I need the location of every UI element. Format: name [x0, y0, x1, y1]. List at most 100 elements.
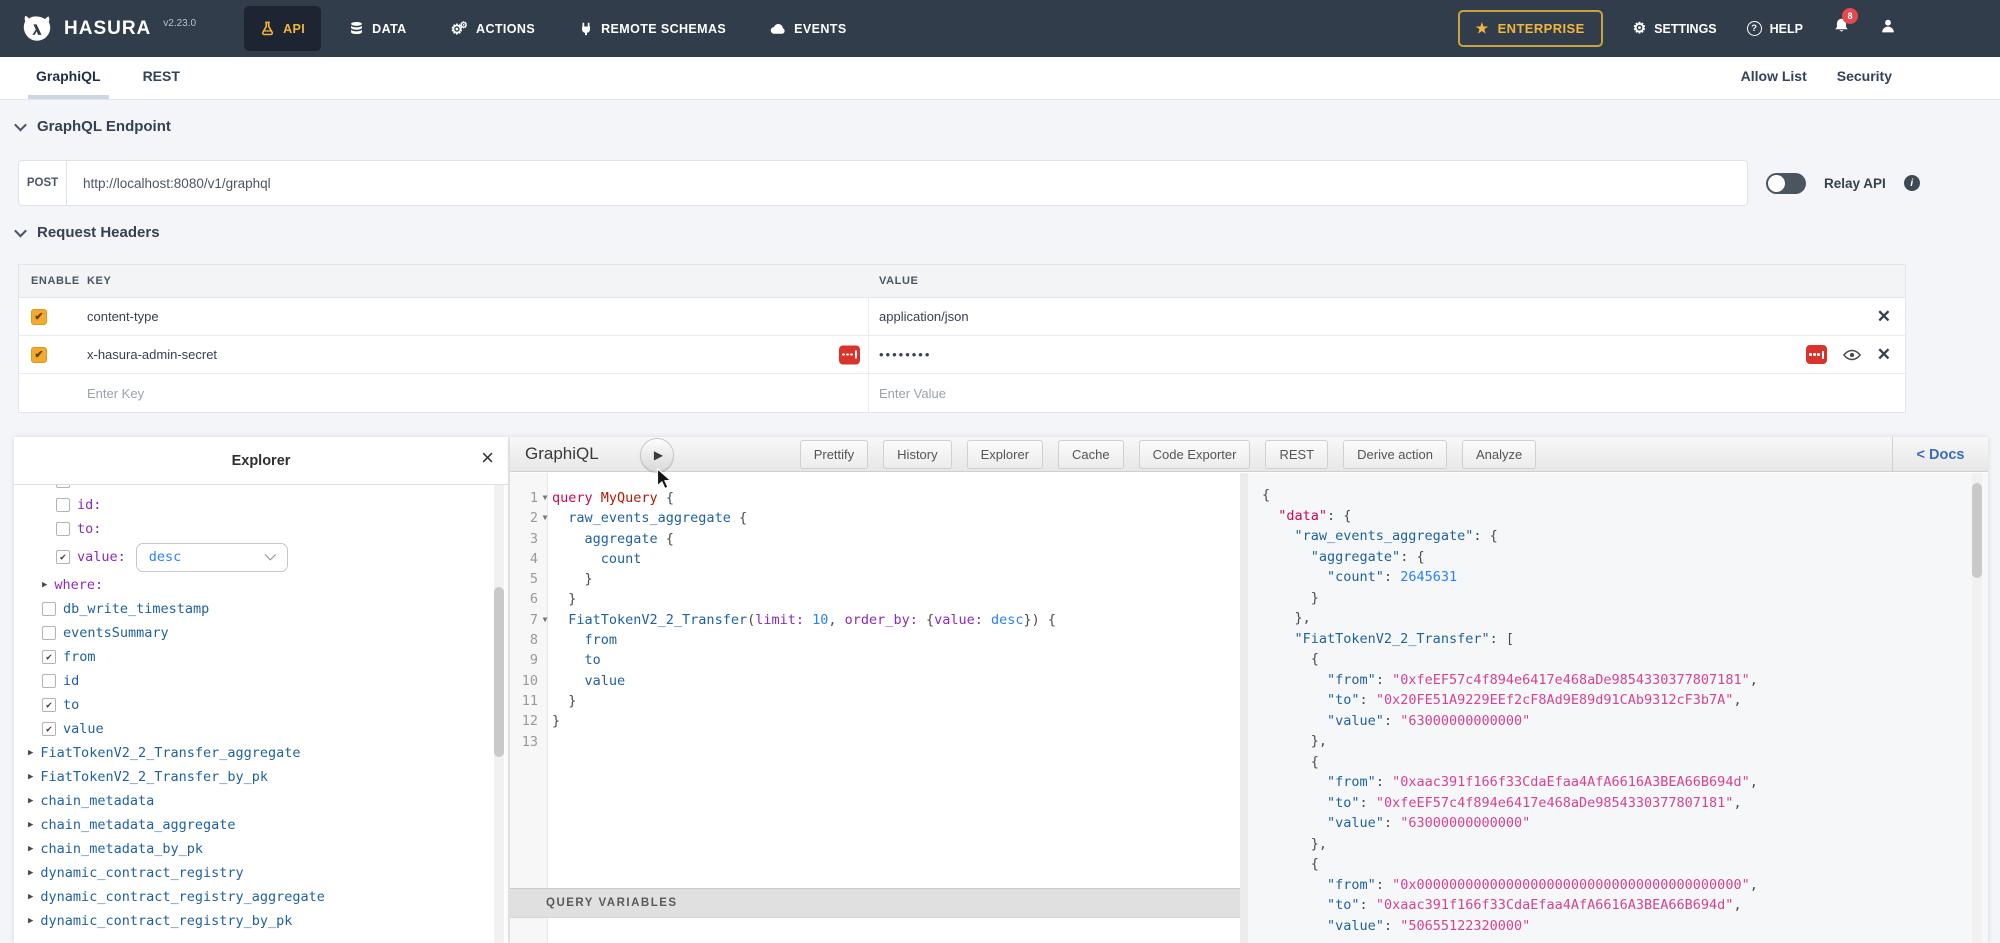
field-checkbox[interactable]	[42, 626, 56, 640]
header-value-input[interactable]	[879, 386, 1891, 401]
expand-arrow-icon[interactable]: ▶	[28, 868, 33, 878]
nav-item-api[interactable]: API	[244, 6, 321, 51]
explorer-item-eventsSummary[interactable]: eventsSummary	[14, 621, 508, 645]
header-key-input[interactable]	[87, 309, 868, 324]
execute-query-button[interactable]: ▶	[640, 438, 674, 472]
close-icon[interactable]: ✕	[1877, 308, 1891, 325]
request-headers-section-header[interactable]: Request Headers	[16, 224, 160, 241]
explorer-item-where[interactable]: ▶where:	[14, 573, 508, 597]
toolbar-button-prettify[interactable]: Prettify	[800, 440, 868, 469]
endpoint-section-header[interactable]: GraphQL Endpoint	[16, 118, 171, 135]
main-nav: API DATA ⚙⚙ACTIONS REMOTE SCHEMAS EVENTS	[238, 0, 868, 57]
field-checkbox[interactable]	[56, 485, 70, 488]
fold-arrow-icon[interactable]: ▼	[538, 610, 552, 630]
explorer-scrollbar-thumb[interactable]	[494, 587, 504, 757]
lastpass-icon[interactable]	[839, 345, 860, 364]
graphql-endpoint-input[interactable]	[67, 161, 1747, 205]
header-enabled-checkbox[interactable]: ✔	[31, 309, 47, 325]
field-checkbox[interactable]: ✔	[56, 550, 70, 564]
explorer-item-value[interactable]: ✔value	[14, 717, 508, 741]
close-icon[interactable]: ✕	[1877, 346, 1891, 363]
explorer-item-label: value:	[77, 549, 126, 565]
tab-security[interactable]: Security	[1829, 57, 1900, 99]
header-enabled-checkbox[interactable]: ✔	[31, 347, 47, 363]
explorer-item-to[interactable]: ✔to	[14, 693, 508, 717]
info-icon[interactable]: i	[1904, 175, 1920, 191]
fold-spacer	[538, 569, 552, 589]
toolbar-button-derive-action[interactable]: Derive action	[1343, 440, 1447, 469]
header-value-input[interactable]	[879, 309, 1863, 324]
tab-allow-list[interactable]: Allow List	[1733, 57, 1815, 99]
query-variables-bar[interactable]: QUERY VARIABLES	[510, 888, 1240, 918]
field-checkbox[interactable]	[56, 522, 70, 536]
expand-arrow-icon[interactable]: ▶	[28, 916, 33, 926]
explorer-item-value[interactable]: ✔ value: desc	[14, 541, 508, 573]
expand-arrow-icon[interactable]: ▶	[28, 796, 33, 806]
lastpass-icon[interactable]	[1806, 345, 1827, 364]
expand-arrow-icon[interactable]: ▶	[28, 844, 33, 854]
expand-arrow-icon[interactable]: ▶	[42, 580, 47, 590]
explorer-item-to[interactable]: to:	[14, 517, 508, 541]
variables-editor[interactable]	[510, 918, 1240, 943]
explorer-item-chain_metadata_aggregate[interactable]: ▶chain_metadata_aggregate	[14, 813, 508, 837]
toolbar-button-history[interactable]: History	[883, 440, 951, 469]
expand-arrow-icon[interactable]: ▶	[28, 820, 33, 830]
toolbar-button-rest[interactable]: REST	[1265, 440, 1328, 469]
expand-arrow-icon[interactable]: ▶	[28, 772, 33, 782]
play-icon: ▶	[654, 448, 663, 462]
enterprise-button[interactable]: ★ ENTERPRISE	[1458, 10, 1603, 47]
notifications-button[interactable]: 8	[1833, 17, 1850, 40]
explorer-item-dynamic_contract_registry_aggregate[interactable]: ▶dynamic_contract_registry_aggregate	[14, 885, 508, 909]
explorer-item-chain_metadata[interactable]: ▶chain_metadata	[14, 789, 508, 813]
nav-item-events[interactable]: EVENTS	[754, 6, 862, 51]
explorer-item[interactable]	[14, 485, 508, 493]
explorer-item-FiatTokenV2_2_Transfer_by_pk[interactable]: ▶FiatTokenV2_2_Transfer_by_pk	[14, 765, 508, 789]
close-icon[interactable]: ✕	[1877, 308, 1891, 325]
explorer-item-dynamic_contract_registry_by_pk[interactable]: ▶dynamic_contract_registry_by_pk	[14, 909, 508, 933]
toolbar-button-analyze[interactable]: Analyze	[1462, 440, 1536, 469]
field-checkbox[interactable]	[56, 498, 70, 512]
field-checkbox[interactable]	[42, 674, 56, 688]
eye-icon[interactable]	[1843, 349, 1861, 361]
fold-arrow-icon[interactable]: ▼	[538, 488, 552, 508]
explorer-item-db_write_timestamp[interactable]: db_write_timestamp	[14, 597, 508, 621]
result-line: },	[1262, 834, 1964, 855]
toolbar-button-cache[interactable]: Cache	[1058, 440, 1124, 469]
query-editor[interactable]: 1▼query MyQuery {2▼ raw_events_aggregate…	[510, 473, 1240, 943]
close-icon[interactable]: ✕	[1877, 346, 1891, 363]
field-checkbox[interactable]: ✔	[42, 650, 56, 664]
field-checkbox[interactable]	[42, 602, 56, 616]
header-key-input[interactable]	[87, 347, 868, 362]
explorer-item-FiatTokenV2_2_Transfer_aggregate[interactable]: ▶FiatTokenV2_2_Transfer_aggregate	[14, 741, 508, 765]
order-direction-select[interactable]: desc	[136, 543, 288, 572]
editor-result-divider[interactable]	[1240, 473, 1248, 943]
fold-arrow-icon[interactable]: ▼	[538, 508, 552, 528]
nav-item-data[interactable]: DATA	[333, 6, 422, 51]
result-scrollbar-thumb[interactable]	[1972, 483, 1982, 578]
expand-arrow-icon[interactable]: ▶	[28, 892, 33, 902]
header-key-input[interactable]	[87, 386, 868, 401]
close-icon[interactable]: ×	[481, 447, 494, 469]
help-button[interactable]: ? HELP	[1747, 21, 1803, 36]
explorer-item-id[interactable]: id	[14, 669, 508, 693]
expand-arrow-icon[interactable]: ▶	[28, 748, 33, 758]
docs-button[interactable]: < Docs	[1892, 437, 1988, 472]
explorer-item-from[interactable]: ✔from	[14, 645, 508, 669]
gears-icon: ⚙⚙	[451, 22, 468, 36]
tab-graphiql[interactable]: GraphiQL	[28, 57, 109, 99]
toolbar-button-code-exporter[interactable]: Code Exporter	[1139, 440, 1251, 469]
account-button[interactable]	[1880, 18, 1896, 39]
settings-button[interactable]: ⚙ SETTINGS	[1633, 21, 1717, 36]
field-checkbox[interactable]: ✔	[42, 698, 56, 712]
nav-item-remote-schemas[interactable]: REMOTE SCHEMAS	[563, 6, 742, 51]
result-line: "value": "63000000000000"	[1262, 711, 1964, 732]
explorer-item-chain_metadata_by_pk[interactable]: ▶chain_metadata_by_pk	[14, 837, 508, 861]
field-checkbox[interactable]: ✔	[42, 722, 56, 736]
relay-api-toggle[interactable]	[1766, 173, 1806, 194]
hasura-brand[interactable]: HASURA v2.23.0	[0, 12, 210, 46]
explorer-item-dynamic_contract_registry[interactable]: ▶dynamic_contract_registry	[14, 861, 508, 885]
tab-rest[interactable]: REST	[135, 57, 188, 99]
explorer-item-id[interactable]: id:	[14, 493, 508, 517]
nav-item-actions[interactable]: ⚙⚙ACTIONS	[435, 6, 551, 51]
toolbar-button-explorer[interactable]: Explorer	[967, 440, 1043, 469]
